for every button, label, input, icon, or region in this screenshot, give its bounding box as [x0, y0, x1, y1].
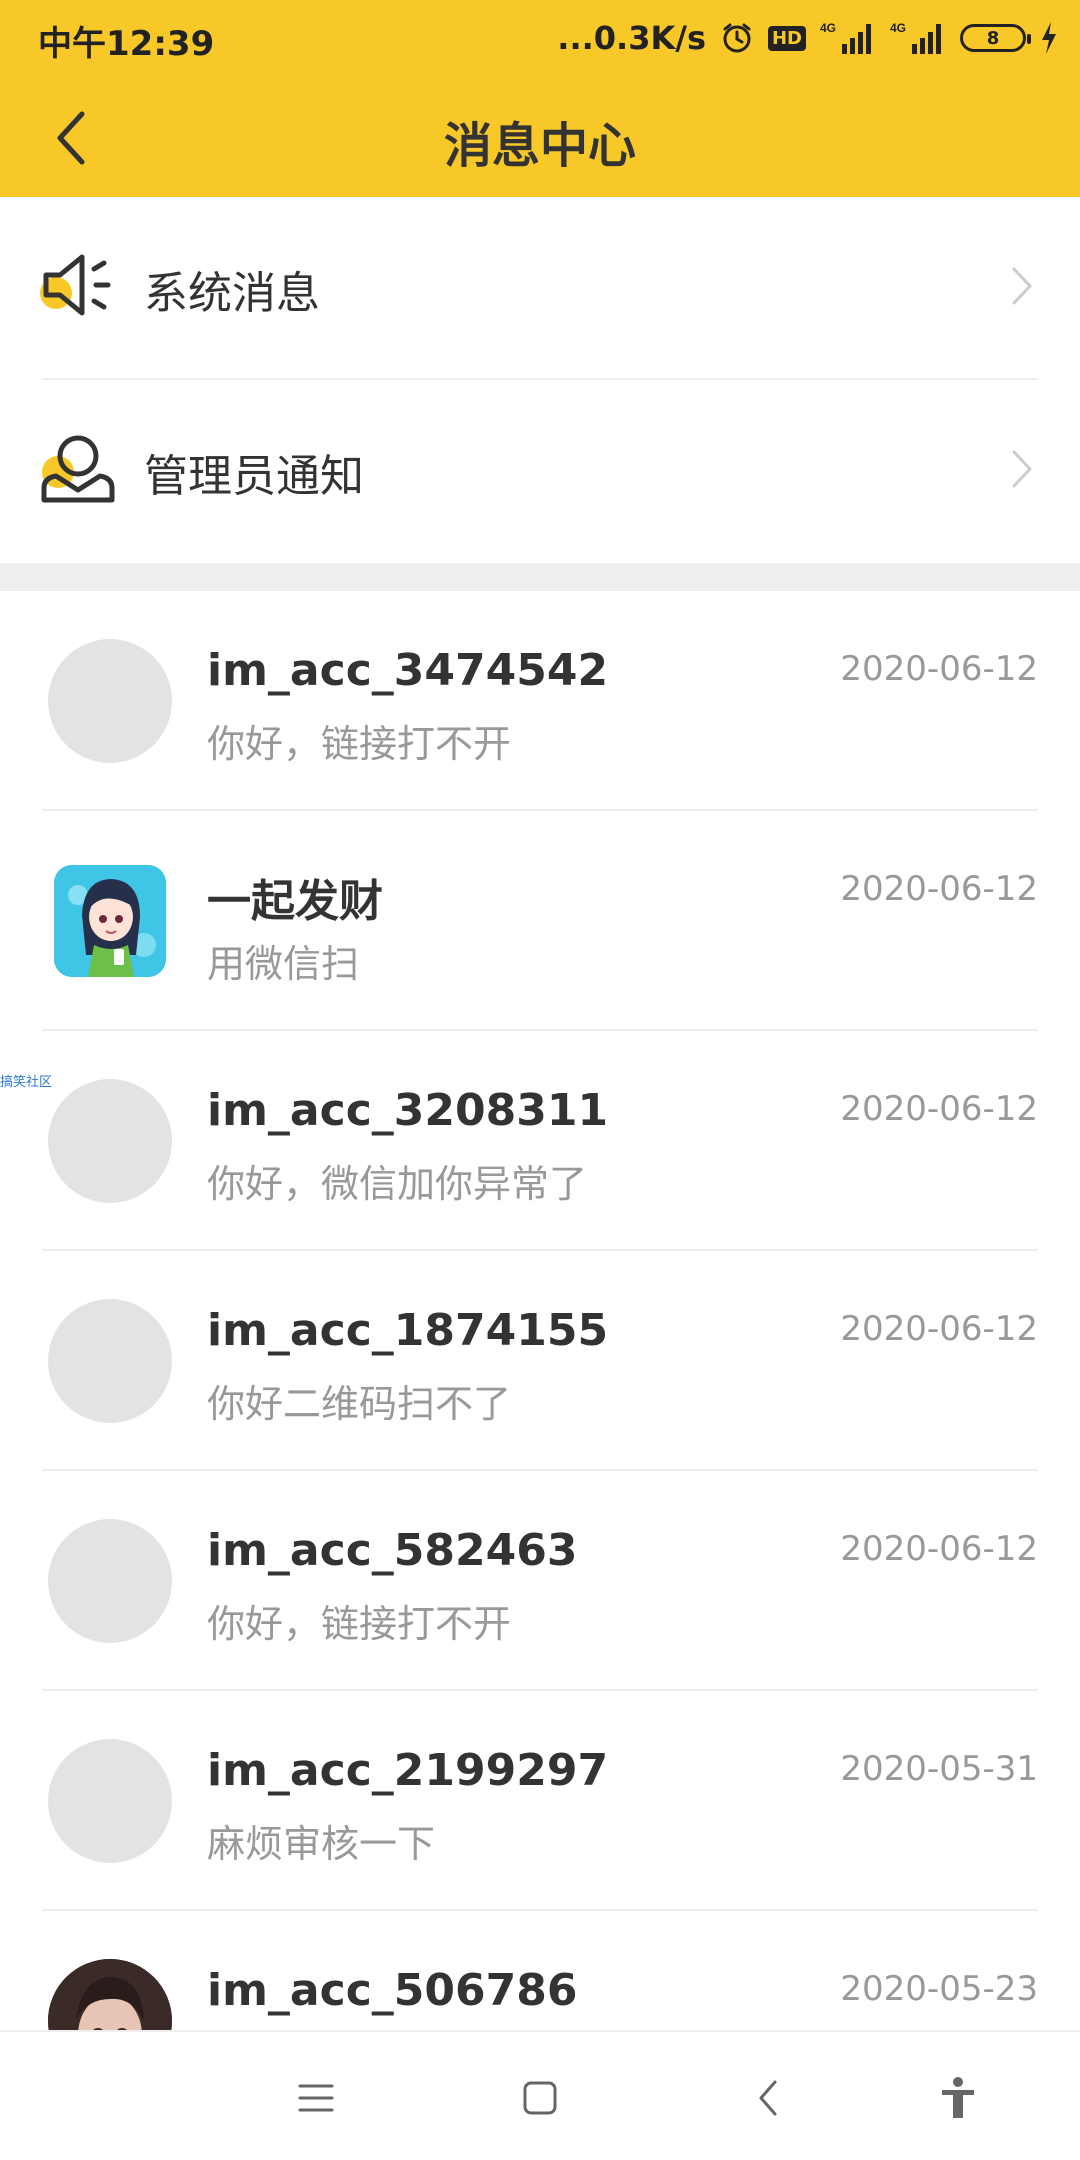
conversation-date: 2020-05-23 — [840, 1969, 1038, 2009]
avatar — [54, 865, 166, 977]
conversation-preview: 麻烦审核一下 — [207, 1822, 436, 1866]
status-icons: ...0.3K/s HD 4G 4G 8 — [557, 16, 1058, 60]
avatar — [48, 1519, 172, 1643]
conversation-preview: 你好，微信加你异常了 — [207, 1162, 588, 1206]
conversation-name: im_acc_3474542 — [207, 645, 609, 696]
system-messages-row[interactable]: 系统消息 — [0, 197, 1080, 380]
conversation-name: im_acc_582463 — [207, 1525, 578, 1576]
conversation-name: im_acc_1874155 — [207, 1305, 609, 1356]
chevron-right-icon — [1012, 450, 1032, 488]
signal-icon: 4G — [820, 20, 876, 56]
system-nav-bar — [0, 2030, 1080, 2160]
menu-icon — [298, 2084, 334, 2112]
section-separator — [0, 563, 1080, 591]
conversation-item[interactable]: im_acc_3474542 你好，链接打不开 2020-06-12 — [0, 591, 1080, 811]
watermark-label: 搞笑社区 — [0, 1075, 53, 1090]
system-messages-label: 系统消息 — [144, 268, 320, 319]
signal-label-2: 4G — [890, 21, 906, 35]
conversation-date: 2020-05-31 — [840, 1749, 1038, 1789]
page-title: 消息中心 — [443, 118, 636, 174]
conversation-name: 一起发财 — [207, 876, 383, 927]
home-icon — [523, 2081, 557, 2115]
charging-icon — [1040, 21, 1058, 55]
conversation-item[interactable]: 一起发财 用微信扫 2020-06-12 — [0, 811, 1080, 1031]
admin-notice-row[interactable]: 管理员通知 — [0, 380, 1080, 563]
hd-badge: HD — [767, 25, 806, 51]
chevron-right-icon — [1012, 267, 1032, 305]
conversation-name: im_acc_3208311 — [207, 1085, 609, 1136]
signal-label: 4G — [820, 21, 836, 35]
accessibility-button[interactable] — [922, 2062, 994, 2134]
conversation-item[interactable]: im_acc_3208311 你好，微信加你异常了 2020-06-12 — [0, 1031, 1080, 1251]
conversation-item[interactable]: im_acc_2199297 麻烦审核一下 2020-05-31 — [0, 1691, 1080, 1911]
home-button[interactable] — [504, 2062, 576, 2134]
header: 中午12:39 ...0.3K/s HD 4G 4G 8 消息中心 — [0, 0, 1080, 197]
conversation-name: im_acc_506786 — [207, 1965, 578, 2016]
status-bar: 中午12:39 ...0.3K/s HD 4G 4G 8 — [0, 0, 1080, 76]
conversation-item[interactable]: im_acc_1874155 你好二维码扫不了 2020-06-12 — [0, 1251, 1080, 1471]
conversation-date: 2020-06-12 — [840, 1089, 1038, 1129]
battery-level: 8 — [986, 27, 1000, 49]
status-time: 中午12:39 — [38, 24, 215, 64]
conversation-preview: 用微信扫 — [207, 942, 360, 986]
conversation-date: 2020-06-12 — [840, 869, 1038, 909]
back-icon — [759, 2080, 777, 2116]
conversation-list: im_acc_3474542 你好，链接打不开 2020-06-12 一起发财 … — [0, 591, 1080, 2131]
avatar — [48, 1739, 172, 1863]
conversation-item[interactable]: im_acc_582463 你好，链接打不开 2020-06-12 — [0, 1471, 1080, 1691]
conversation-preview: 你好二维码扫不了 — [207, 1382, 512, 1426]
anime-avatar-image — [54, 865, 166, 977]
conversation-preview: 你好，链接打不开 — [207, 1602, 512, 1646]
network-speed: ...0.3K/s — [557, 19, 706, 57]
battery-icon: 8 — [960, 24, 1031, 52]
menu-button[interactable] — [280, 2062, 352, 2134]
system-section: 系统消息 管理员通知 — [0, 197, 1080, 563]
signal-icon-2: 4G — [890, 20, 946, 56]
avatar — [48, 1079, 172, 1203]
conversation-preview: 你好，链接打不开 — [207, 722, 512, 766]
admin-notice-label: 管理员通知 — [144, 451, 364, 502]
accessibility-icon — [942, 2077, 974, 2118]
title-bar: 消息中心 — [0, 76, 1080, 197]
conversation-name: im_acc_2199297 — [207, 1745, 609, 1796]
alarm-icon — [720, 21, 754, 55]
avatar — [48, 1299, 172, 1423]
speaker-icon — [40, 254, 111, 316]
conversation-date: 2020-06-12 — [840, 1529, 1038, 1569]
conversation-date: 2020-06-12 — [840, 1309, 1038, 1349]
conversation-date: 2020-06-12 — [840, 649, 1038, 689]
avatar — [48, 639, 172, 763]
nav-back-button[interactable] — [732, 2062, 804, 2134]
admin-user-icon — [41, 435, 115, 503]
